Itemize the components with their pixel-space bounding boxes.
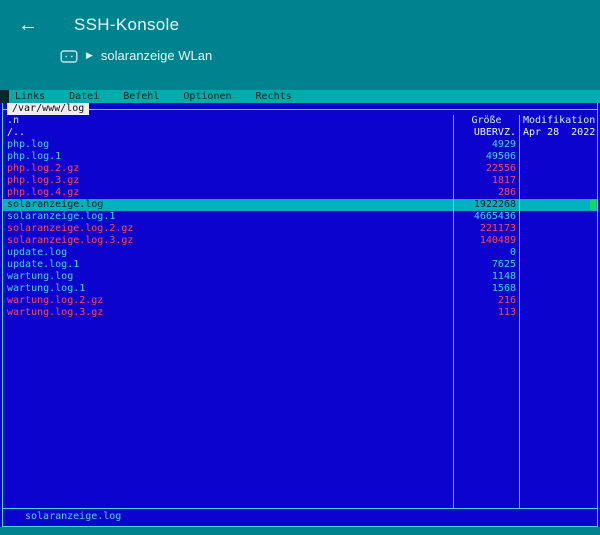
file-row[interactable]: wartung.log.1 1568 Nov 18 23:55	[3, 283, 597, 295]
file-size: 7625	[453, 259, 519, 271]
panel-filler	[3, 319, 597, 508]
menu-item-datei[interactable]: Datei	[67, 90, 101, 103]
file-name: solaranzeige.log.3.gz	[3, 235, 453, 247]
file-date: Nov 4 23:55	[519, 307, 597, 319]
file-name: wartung.log	[3, 271, 453, 283]
mc-menubar: Links Datei Befehl Optionen Rechts	[0, 90, 600, 103]
file-name: update.log.1	[3, 259, 453, 271]
terminal-cursor	[590, 200, 596, 210]
page-title: SSH-Konsole	[74, 15, 179, 35]
menu-item-befehl[interactable]: Befehl	[121, 90, 161, 103]
file-size: ÜBERVZ.	[453, 127, 519, 139]
file-date: Nov 19 00:00	[519, 211, 597, 223]
file-name: solaranzeige.log.2.gz	[3, 223, 453, 235]
file-row[interactable]: wartung.log.2.gz 216 Nov 11 23:55	[3, 295, 597, 307]
file-list: php.log 4929 Nov 24 02:53 php.log.1 4950…	[3, 139, 597, 319]
connection-name: solaranzeige WLan	[101, 48, 212, 63]
file-size: 4665436	[453, 211, 519, 223]
file-date: Nov 24 09:5	[519, 199, 597, 211]
file-date: Nov 18 23:55	[519, 283, 597, 295]
file-name: solaranzeige.log.1	[3, 211, 453, 223]
terminal-screen: Links Datei Befehl Optionen Rechts /var/www/…	[0, 90, 600, 527]
file-row[interactable]: php.log.3.gz 1817 Nov 4 23:17	[3, 175, 597, 187]
file-row[interactable]: update.log 0 Nov 5 00:00	[3, 247, 597, 259]
file-date: Nov 11 23:55	[519, 295, 597, 307]
file-name: php.log.2.gz	[3, 163, 453, 175]
file-size: 49506	[453, 151, 519, 163]
column-headers: .n Name Größe Modifikation	[3, 115, 597, 127]
file-name: update.log	[3, 247, 453, 259]
file-date: Nov 5 00:00	[519, 247, 597, 259]
file-row[interactable]: update.log.1 7625 Nov 1 15:23	[3, 259, 597, 271]
file-row[interactable]: solaranzeige.log.3.gz 140489 Nov 5 00:00	[3, 235, 597, 247]
file-row[interactable]: solaranzeige.log.1 4665436 Nov 19 00:00	[3, 211, 597, 223]
file-row[interactable]: solaranzeige.log 1922268 Nov 24 09:5	[3, 199, 597, 211]
file-name: php.log.3.gz	[3, 175, 453, 187]
file-name: /..	[3, 127, 453, 139]
file-name: php.log.1	[3, 151, 453, 163]
menu-item-links[interactable]: Links	[13, 90, 47, 103]
file-size: 1817	[453, 175, 519, 187]
bottom-bar	[0, 527, 600, 535]
file-row[interactable]: solaranzeige.log.2.gz 221173 Nov 12 00:0…	[3, 223, 597, 235]
file-name: wartung.log.3.gz	[3, 307, 453, 319]
file-date: Nov 12 00:00	[519, 223, 597, 235]
file-name: wartung.log.1	[3, 283, 453, 295]
connection-row[interactable]: ▶ solaranzeige WLan	[60, 48, 600, 63]
file-date: Nov 10 19:00	[519, 163, 597, 175]
file-name: wartung.log.2.gz	[3, 295, 453, 307]
file-size: 286	[453, 187, 519, 199]
app-header: ← SSH-Konsole ▶ solaranzeige WLan	[0, 0, 600, 90]
file-date: Nov 1 15:23	[519, 259, 597, 271]
file-name: php.log	[3, 139, 453, 151]
back-button[interactable]: ←	[18, 14, 38, 36]
mini-status: solaranzeige.log	[3, 508, 597, 526]
terminal-corner	[0, 90, 9, 103]
file-name: php.log.4.gz	[3, 187, 453, 199]
mc-file-panel: /var/www/log .n Name Größe Modifikation …	[2, 103, 598, 527]
file-row[interactable]: php.log 4929 Nov 24 02:53	[3, 139, 597, 151]
file-row[interactable]: wartung.log.3.gz 113 Nov 4 23:55	[3, 307, 597, 319]
expand-arrow-icon: ▶	[86, 50, 93, 61]
file-size: 221173	[453, 223, 519, 235]
file-date: Nov 24 02:53	[519, 139, 597, 151]
column-modified[interactable]: Modifikation	[519, 115, 597, 127]
file-date: Nov 18 21:00	[519, 151, 597, 163]
file-date: Nov 5 00:00	[519, 235, 597, 247]
file-size: 1148	[453, 271, 519, 283]
file-size: 216	[453, 295, 519, 307]
file-date: Nov 23 23:55	[519, 271, 597, 283]
file-date: Apr 28 2022	[519, 127, 597, 139]
menu-item-optionen[interactable]: Optionen	[181, 90, 233, 103]
file-size: 0	[453, 247, 519, 259]
terminal-device-icon	[60, 49, 78, 63]
menu-item-rechts[interactable]: Rechts	[254, 90, 294, 103]
file-row[interactable]: php.log.4.gz 286 Jul 17 17:02	[3, 187, 597, 199]
column-size[interactable]: Größe	[453, 115, 519, 127]
file-row[interactable]: php.log.2.gz 22556 Nov 10 19:00	[3, 163, 597, 175]
sort-indicator[interactable]: .n	[7, 115, 19, 127]
file-date: Nov 4 23:17	[519, 175, 597, 187]
file-size: 22556	[453, 163, 519, 175]
parent-dir-row[interactable]: /.. ÜBERVZ. Apr 28 2022	[3, 127, 597, 139]
file-row[interactable]: php.log.1 49506 Nov 18 21:00	[3, 151, 597, 163]
file-date: Jul 17 17:02	[519, 187, 597, 199]
panel-top-border: /var/www/log	[3, 103, 597, 115]
file-size: 140489	[453, 235, 519, 247]
file-size: 4929	[453, 139, 519, 151]
file-size: 1568	[453, 283, 519, 295]
titlebar: ← SSH-Konsole	[0, 0, 600, 36]
current-path: /var/www/log	[7, 103, 89, 115]
file-size: 113	[453, 307, 519, 319]
app-window: ← SSH-Konsole ▶ solaranzeige WLan Links D…	[0, 0, 600, 535]
file-size: 1922268	[453, 199, 519, 211]
file-row[interactable]: wartung.log 1148 Nov 23 23:55	[3, 271, 597, 283]
file-name: solaranzeige.log	[3, 199, 453, 211]
